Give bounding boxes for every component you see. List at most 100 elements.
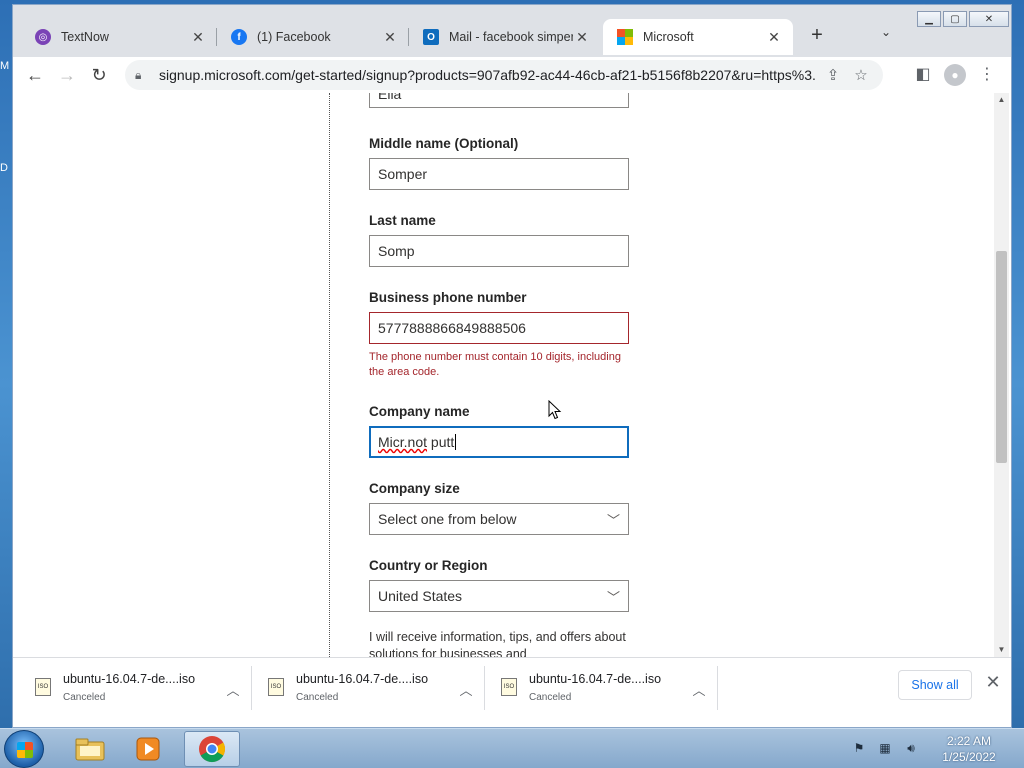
microsoft-icon	[617, 29, 633, 45]
chevron-up-icon[interactable]: ︿	[223, 680, 243, 699]
media-player-icon	[136, 737, 160, 761]
clock-time: 2:22 AM	[946, 734, 992, 748]
address-bar[interactable]: 🔒︎ signup.microsoft.com/get-started/sign…	[125, 60, 883, 90]
browser-toolbar: ← → ↻ 🔒︎ signup.microsoft.com/get-starte…	[13, 57, 1011, 93]
page-scrollbar[interactable]: ▲ ▼	[994, 93, 1009, 657]
download-item[interactable]: ISO ubuntu-16.04.7-de....iso Canceled ︿	[479, 668, 709, 714]
taskbar: ⚑ ▦ 🔊︎ 2:22 AM 1/25/2022	[0, 728, 1024, 768]
download-status: Canceled	[63, 692, 106, 703]
forward-button[interactable]: →	[55, 63, 79, 87]
middle-name-label: Middle name (Optional)	[369, 136, 519, 151]
tab-search-chevron-icon[interactable]: ⌄	[881, 25, 891, 39]
phone-input[interactable]: 5777888866849888506	[369, 312, 629, 344]
consent-text: I will receive information, tips, and of…	[369, 630, 626, 657]
company-size-select[interactable]: Select one from below ﹀	[369, 503, 629, 535]
chrome-icon	[199, 736, 226, 763]
chevron-up-icon[interactable]: ︿	[456, 680, 476, 699]
reload-button[interactable]: ↻	[87, 63, 111, 87]
taskbar-chrome[interactable]	[184, 731, 240, 767]
scroll-down-arrow-icon[interactable]: ▼	[994, 643, 1009, 657]
country-value: United States	[378, 588, 463, 604]
system-tray: ⚑ ▦ 🔊︎ 2:22 AM 1/25/2022	[846, 729, 1024, 768]
country-select[interactable]: United States ﹀	[369, 580, 629, 612]
download-filename: ubuntu-16.04.7-de....iso	[63, 672, 196, 686]
taskbar-explorer[interactable]	[62, 731, 118, 767]
bookmark-star-icon[interactable]: ☆	[849, 66, 873, 84]
first-name-value: Ella	[378, 93, 402, 102]
close-shelf-icon[interactable]: ✕	[983, 672, 1003, 696]
iso-file-icon: ISO	[35, 678, 51, 696]
taskbar-media-player[interactable]	[120, 731, 176, 767]
tab-strip: ◎ TextNow ✕ f (1) Facebook ✕ O Mail - fa…	[13, 5, 1011, 57]
facebook-icon: f	[231, 29, 247, 45]
dotted-divider	[329, 93, 330, 657]
tab-mail[interactable]: O Mail - facebook simper ✕	[409, 19, 601, 55]
profile-button[interactable]: ●	[943, 63, 967, 87]
tab-title: Mail - facebook simper	[449, 30, 573, 44]
tab-textnow[interactable]: ◎ TextNow ✕	[21, 19, 217, 55]
folder-icon	[75, 738, 105, 761]
minimize-button[interactable]: ▁	[917, 11, 941, 27]
company-name-input[interactable]: Micr.not putt	[369, 426, 629, 458]
action-center-flag-icon[interactable]: ⚑	[850, 741, 868, 757]
download-separator	[717, 666, 718, 710]
middle-name-input[interactable]: Somper	[369, 158, 629, 190]
menu-kebab-icon[interactable]: ⋮	[975, 63, 999, 87]
tab-title: (1) Facebook	[257, 30, 331, 44]
scrollbar-thumb[interactable]	[996, 251, 1007, 463]
close-tab-icon[interactable]: ✕	[189, 29, 207, 46]
avatar-icon: ●	[944, 64, 966, 86]
clock-date: 1/25/2022	[942, 750, 996, 764]
maximize-button[interactable]: ▢	[943, 11, 967, 27]
side-panel-icon[interactable]: ◧	[911, 63, 935, 87]
close-window-button[interactable]: ✕	[969, 11, 1009, 27]
company-name-value-rest: putt	[427, 434, 455, 450]
mouse-cursor-icon	[548, 400, 562, 420]
show-all-button[interactable]: Show all	[898, 670, 972, 700]
close-tab-icon[interactable]: ✕	[765, 29, 783, 46]
chevron-up-icon[interactable]: ︿	[689, 680, 709, 699]
outlook-icon: O	[423, 29, 439, 45]
close-tab-icon[interactable]: ✕	[573, 29, 591, 46]
network-icon[interactable]: ▦	[876, 741, 894, 757]
textnow-icon: ◎	[35, 29, 51, 45]
last-name-input[interactable]: Somp	[369, 235, 629, 267]
company-size-value: Select one from below	[378, 511, 517, 527]
start-button[interactable]	[4, 730, 44, 768]
download-filename: ubuntu-16.04.7-de....iso	[529, 672, 662, 686]
last-name-label: Last name	[369, 213, 436, 228]
new-tab-button[interactable]: +	[805, 23, 829, 47]
clock[interactable]: 2:22 AM 1/25/2022	[924, 733, 1014, 765]
browser-window: ◎ TextNow ✕ f (1) Facebook ✕ O Mail - fa…	[12, 4, 1012, 728]
last-name-value: Somp	[378, 243, 415, 259]
page-content: Ella Middle name (Optional) Somper Last …	[13, 93, 1011, 657]
chevron-down-icon: ﹀	[606, 589, 620, 605]
company-size-label: Company size	[369, 481, 460, 496]
text-caret	[455, 434, 457, 450]
middle-name-value: Somper	[378, 166, 428, 182]
volume-icon[interactable]: 🔊︎	[902, 741, 920, 757]
download-status: Canceled	[296, 692, 339, 703]
tab-facebook[interactable]: f (1) Facebook ✕	[217, 19, 409, 55]
close-tab-icon[interactable]: ✕	[381, 29, 399, 46]
window-controls: ▁ ▢ ✕	[917, 11, 1009, 27]
downloads-shelf: ISO ubuntu-16.04.7-de....iso Canceled ︿ …	[13, 657, 1011, 727]
download-filename: ubuntu-16.04.7-de....iso	[296, 672, 429, 686]
iso-file-icon: ISO	[501, 678, 517, 696]
share-icon[interactable]: ⇪	[821, 66, 845, 84]
download-status: Canceled	[529, 692, 572, 703]
company-name-value: Micr.not putt	[378, 434, 454, 450]
country-label: Country or Region	[369, 558, 488, 573]
iso-file-icon: ISO	[268, 678, 284, 696]
scroll-up-arrow-icon[interactable]: ▲	[994, 93, 1009, 107]
back-button[interactable]: ←	[23, 63, 47, 87]
download-item[interactable]: ISO ubuntu-16.04.7-de....iso Canceled ︿	[246, 668, 476, 714]
phone-error-message: The phone number must contain 10 digits,…	[369, 351, 621, 378]
misspelled-word: Micr.not	[378, 434, 428, 450]
lock-icon[interactable]: 🔒︎	[135, 68, 149, 83]
tab-microsoft[interactable]: Microsoft ✕	[603, 19, 793, 55]
url-text[interactable]: signup.microsoft.com/get-started/signup?…	[159, 67, 817, 83]
first-name-input[interactable]: Ella	[369, 93, 629, 108]
download-item[interactable]: ISO ubuntu-16.04.7-de....iso Canceled ︿	[13, 668, 243, 714]
tab-title: Microsoft	[643, 30, 694, 44]
